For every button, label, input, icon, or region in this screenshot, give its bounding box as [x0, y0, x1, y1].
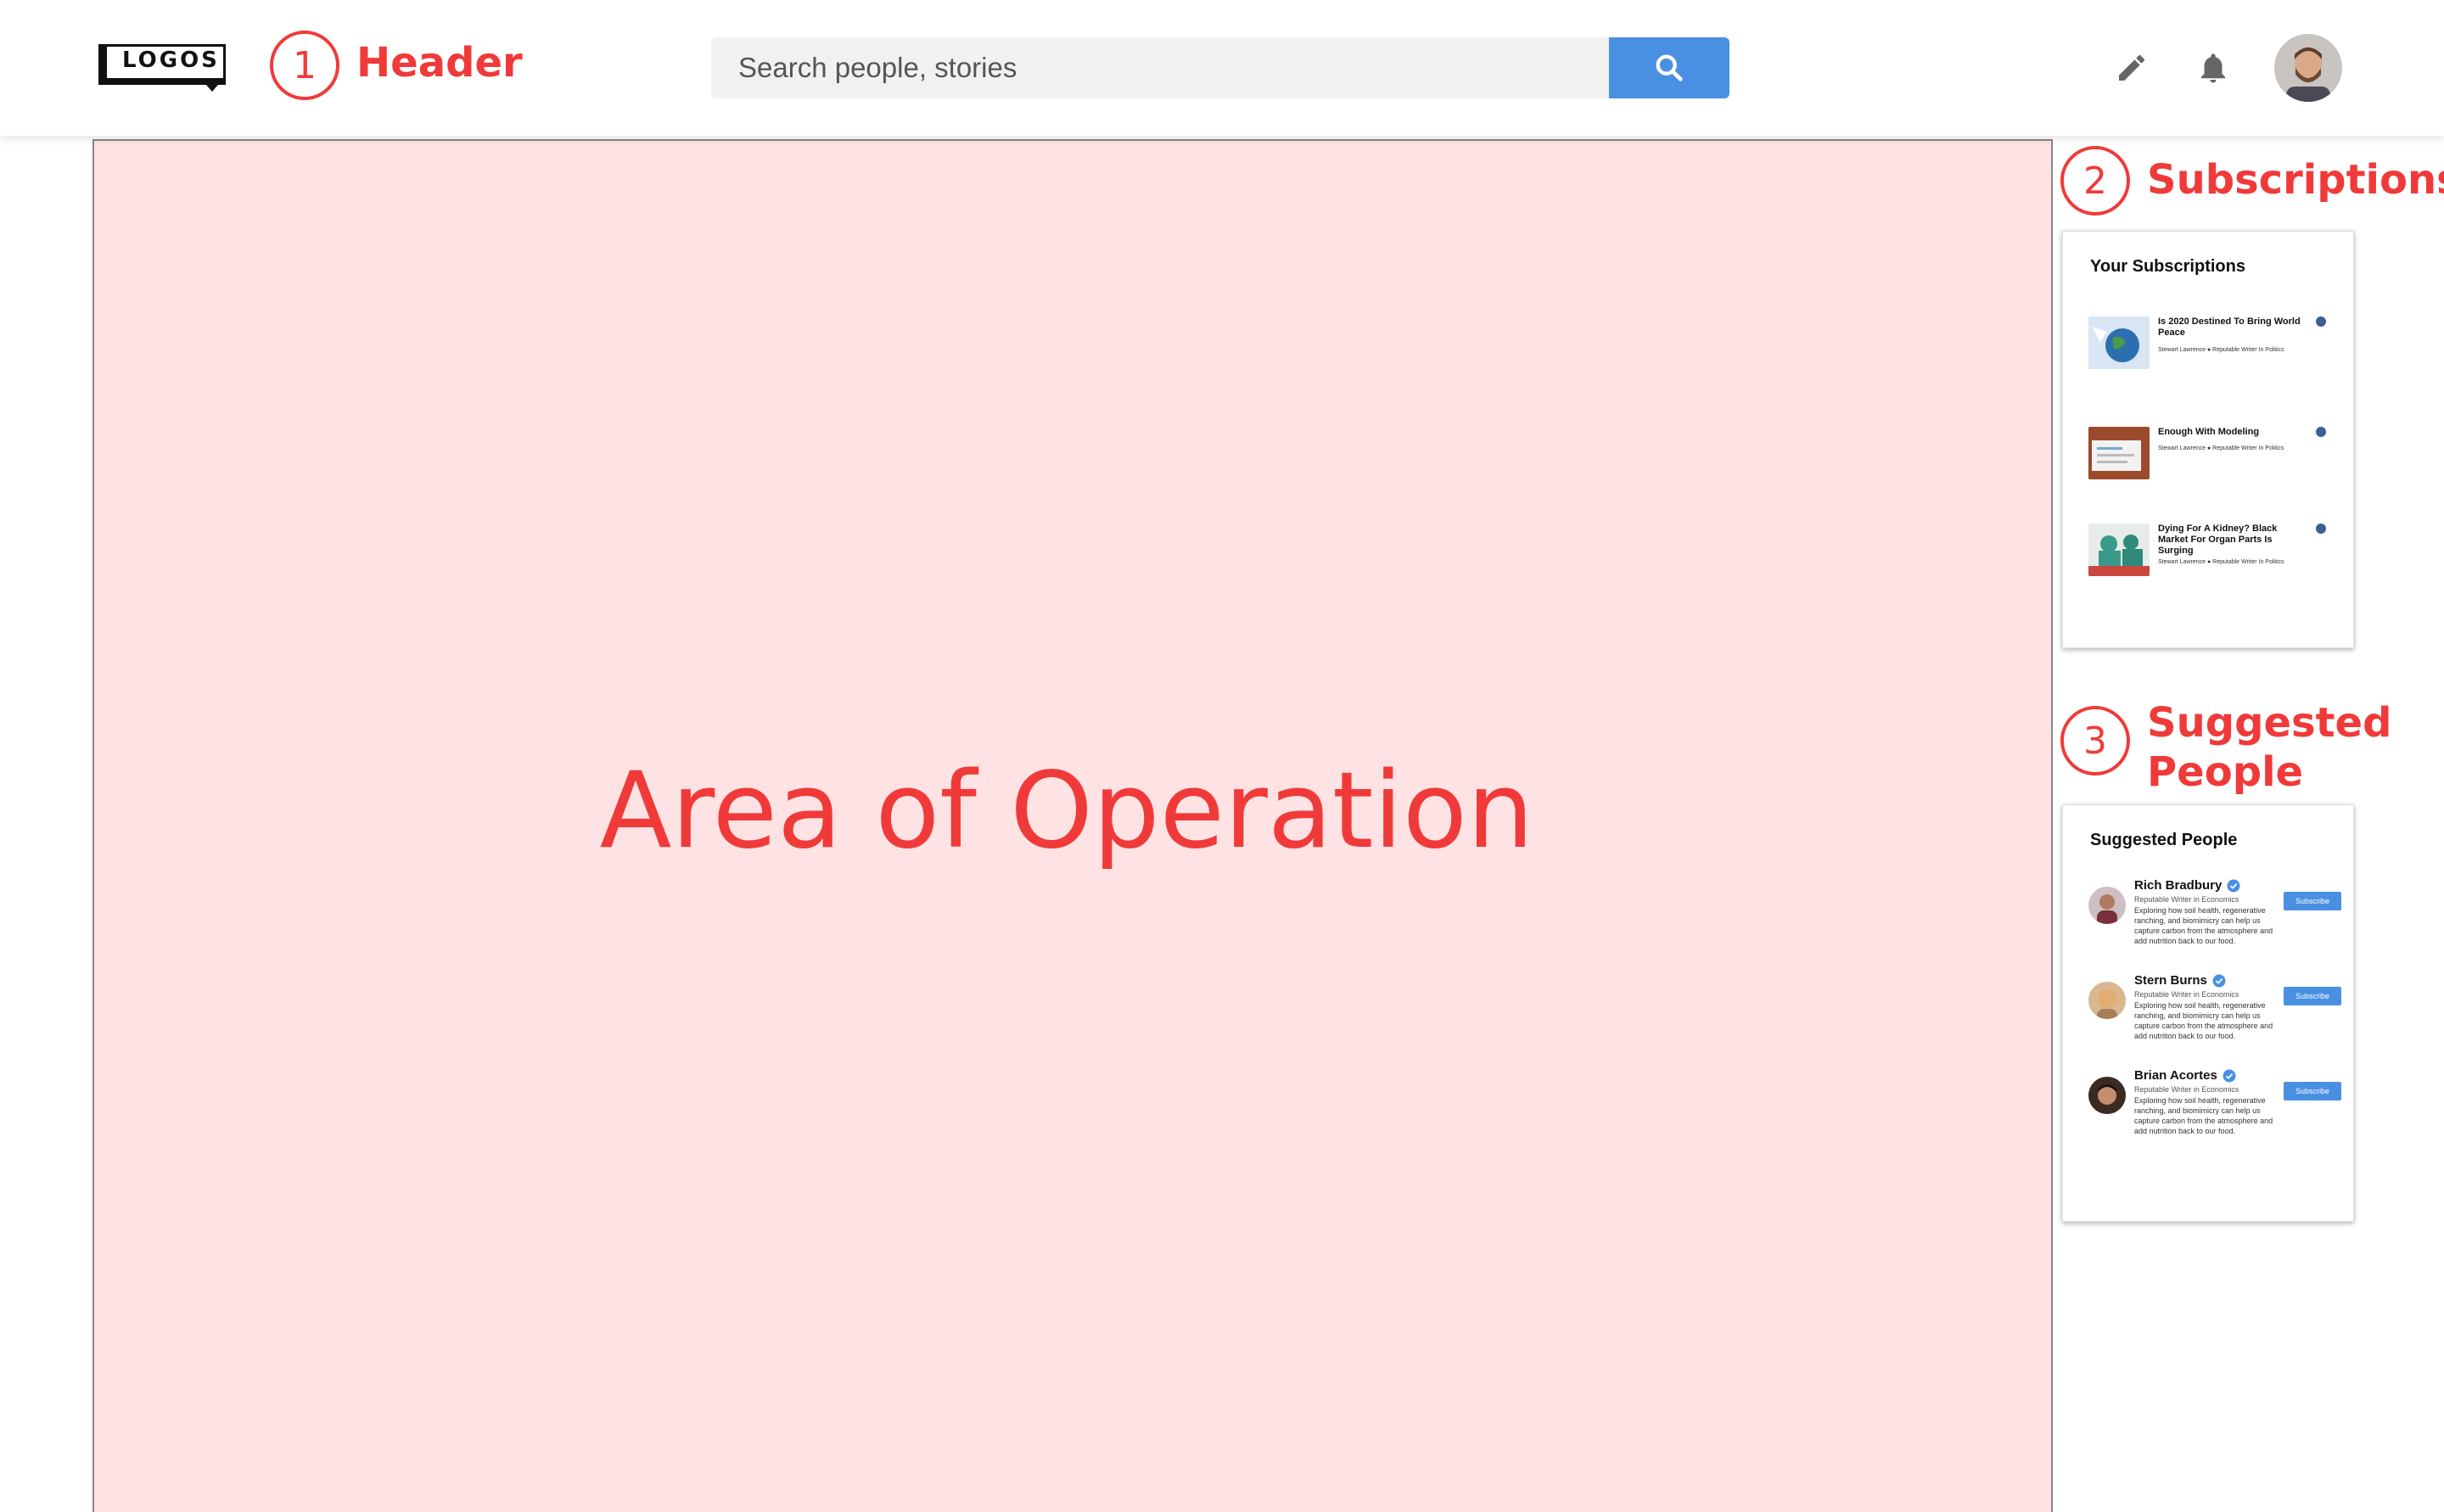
subscription-title: Dying For A Kidney? Black Market For Org… [2158, 524, 2278, 556]
bell-icon [2201, 53, 2225, 83]
subscription-title: Is 2020 Destined To Bring World Peace [2158, 316, 2301, 338]
verified-icon [2223, 1069, 2236, 1083]
subscription-meta: Stewart Lawrence ● Reputable Writer In P… [2158, 559, 2284, 565]
area-of-operation: Area of Operation [92, 139, 2053, 1512]
person-role: Reputable Writer in Economics [2134, 895, 2239, 904]
suggested-people-card: Suggested People Rich Bradbury Reputable… [2062, 804, 2354, 1222]
person-item: Stern Burns Reputable Writer in Economic… [2088, 973, 2343, 1058]
logo-text: LOGOS [122, 48, 220, 73]
person-avatar[interactable] [2088, 1077, 2126, 1114]
subscriptions-title: Your Subscriptions [2090, 257, 2245, 276]
area-label: Area of Operation [599, 750, 1534, 872]
annotation-label-suggested-line1: Suggested [2147, 699, 2392, 747]
subscribe-button[interactable]: Subscribe [2284, 987, 2341, 1005]
subscription-item[interactable]: Dying For A Kidney? Black Market For Org… [2088, 524, 2343, 583]
person-name[interactable]: Brian Acortes [2134, 1068, 2236, 1083]
logo-tail [200, 78, 224, 92]
pencil-icon [2119, 54, 2145, 81]
person-avatar[interactable] [2088, 887, 2126, 924]
suggested-people-title: Suggested People [2090, 831, 2238, 849]
subscription-meta: Stewart Lawrence ● Reputable Writer In P… [2158, 347, 2284, 353]
unread-dot [2316, 316, 2326, 327]
subscriptions-card: Your Subscriptions Is 2020 Destined To B… [2062, 231, 2354, 648]
annotation-number-suggested: 3 [2060, 706, 2130, 776]
person-item: Rich Bradbury Reputable Writer in Econom… [2088, 878, 2343, 963]
verified-icon [2227, 879, 2240, 893]
annotation-number-header: 1 [270, 31, 339, 100]
search-icon [1656, 54, 1683, 81]
verified-icon [2212, 974, 2226, 988]
header: LOGOS 1 Header [0, 0, 2444, 136]
subscription-thumbnail [2088, 427, 2150, 479]
notifications-button[interactable] [2193, 48, 2234, 88]
subscription-item[interactable]: Is 2020 Destined To Bring World Peace St… [2088, 316, 2343, 376]
search-input[interactable] [711, 37, 1611, 98]
unread-dot [2316, 524, 2326, 534]
search-box [711, 37, 1611, 98]
annotation-label-subscriptions: Subscriptions [2147, 156, 2444, 204]
person-name[interactable]: Rich Bradbury [2134, 878, 2240, 893]
person-item: Brian Acortes Reputable Writer in Econom… [2088, 1068, 2343, 1153]
unread-dot [2316, 427, 2326, 437]
logo[interactable]: LOGOS [98, 44, 227, 92]
annotation-number-subscriptions: 2 [2060, 146, 2130, 216]
person-avatar[interactable] [2088, 982, 2126, 1019]
edit-button[interactable] [2111, 48, 2152, 88]
profile-avatar[interactable] [2274, 34, 2342, 102]
subscription-thumbnail [2088, 316, 2150, 369]
annotation-label-suggested-line2: People [2147, 748, 2304, 796]
person-description: Exploring how soil health, regenerative … [2134, 1001, 2273, 1040]
person-role: Reputable Writer in Economics [2134, 990, 2239, 999]
subscription-item[interactable]: Enough With Modeling Stewart Lawrence ● … [2088, 427, 2343, 486]
subscribe-button[interactable]: Subscribe [2284, 1082, 2341, 1100]
person-name[interactable]: Stern Burns [2134, 973, 2226, 988]
person-description: Exploring how soil health, regenerative … [2134, 1096, 2273, 1135]
person-description: Exploring how soil health, regenerative … [2134, 906, 2273, 945]
annotation-label-header: Header [356, 39, 523, 87]
subscription-meta: Stewart Lawrence ● Reputable Writer In P… [2158, 445, 2284, 451]
subscription-title: Enough With Modeling [2158, 427, 2260, 437]
avatar [2274, 34, 2342, 102]
subscription-thumbnail [2088, 524, 2150, 576]
page: LOGOS 1 Header Search people, stories Ar… [0, 0, 2444, 1512]
subscribe-button[interactable]: Subscribe [2284, 892, 2341, 910]
person-role: Reputable Writer in Economics [2134, 1085, 2239, 1094]
search-button[interactable] [1609, 37, 1729, 98]
